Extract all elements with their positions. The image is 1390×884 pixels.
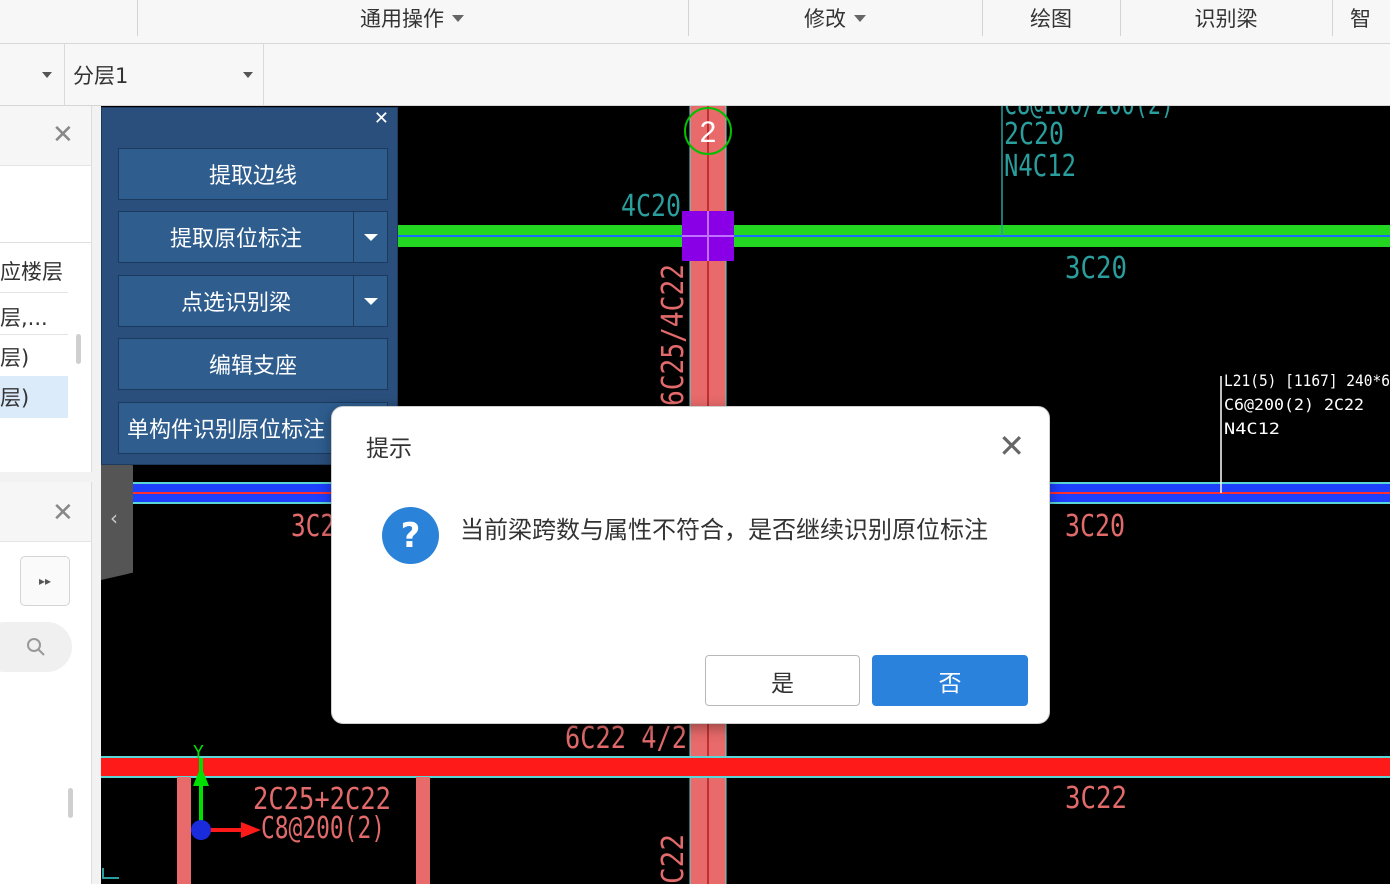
annotation-text: 3C20 [1065,251,1127,286]
divider [0,334,68,335]
ribbon-group-general-ops[interactable]: 通用操作 [137,0,687,36]
annotation-text: 4C20 [621,189,681,224]
annotation-text: N4C12 [1004,149,1076,184]
chevron-left-icon: ‹ [110,506,118,530]
annotation-text: 3C20 [1065,509,1125,544]
prompt-dialog: 提示 ✕ ? 当前梁跨数与属性不符合，是否继续识别原位标注 是 否 [331,406,1050,724]
tool-panel-titlebar[interactable]: ✕ [102,108,397,132]
annotation-text: 6C25/4C22 [656,264,691,406]
floor-item-label: 层) [0,346,30,370]
question-icon: ? [382,507,439,564]
ribbon-group-label: 修改 [804,7,846,31]
search-icon [27,638,45,656]
yes-button[interactable]: 是 [705,655,860,706]
axis-label: 2 [700,116,717,149]
floor-item-label: 层) [0,386,30,410]
dialog-title: 提示 [366,436,412,462]
close-icon[interactable]: ✕ [374,110,389,128]
chevron-down-icon [452,14,464,22]
fast-forward-icon: ▸▸ [38,574,52,588]
no-button[interactable]: 否 [872,655,1028,706]
annotation-text: C8@200(2) [261,811,385,846]
layer-select-value: 分层1 [73,64,129,88]
chevron-down-icon [363,233,378,241]
scrollbar-thumb[interactable] [68,788,73,818]
ribbon-separator [1332,0,1333,36]
annotation-text: C6@200(2) 2C22 [1224,395,1364,414]
secondary-toolbar: 分层1 [0,44,1390,106]
floor-item[interactable]: 层) [0,342,29,372]
close-icon[interactable]: ✕ [52,122,74,148]
ribbon-group-label: 识别梁 [1194,7,1258,31]
layer-select[interactable]: 分层1 [64,44,264,106]
ucs-x-arrow [241,822,261,838]
floor-item-selected[interactable]: 层) [0,376,68,418]
annotation-text: 6C22 4/2 [565,721,687,756]
annotation-text: 2C20 [1004,117,1064,152]
ribbon-group-modify[interactable]: 修改 [688,0,982,36]
chevron-down-icon [243,72,253,78]
chevron-down-icon [854,14,866,22]
ribbon-group-smart[interactable]: 智 [1350,0,1390,36]
floor-item-label: 应楼层 [0,260,63,284]
pick-identify-beam-button[interactable]: 点选识别梁 [118,275,388,327]
divider [0,292,68,293]
floor-item[interactable]: 应楼层 [0,256,63,286]
search-input[interactable] [0,622,72,672]
expand-button[interactable]: ▸▸ [20,556,70,606]
ribbon-group-label: 绘图 [1030,7,1072,31]
ribbon: 通用操作 修改 绘图 识别梁 智 [0,0,1390,44]
button-label: 提取原位标注 [169,227,302,252]
annotation-text: C22 [656,834,691,884]
dropdown-toggle[interactable] [353,212,387,262]
annotation-text: N4C12 [1224,419,1280,438]
column-strip [177,777,191,884]
annotation-text: 3C2 [291,509,335,544]
component-panel-header: ✕ [0,482,91,542]
ucs-y-label: Y [193,742,204,763]
divider [0,242,91,243]
floor-panel-header: ✕ [0,106,91,166]
column-strip [416,777,430,884]
button-label: 提取边线 [208,164,297,189]
close-icon[interactable]: ✕ [52,500,74,526]
scrollbar-thumb[interactable] [76,334,81,364]
annotation-text: L21(5) [1167] 240*6 [1224,371,1390,390]
ribbon-group-label: 通用操作 [360,7,444,31]
dropdown-toggle[interactable] [353,276,387,326]
ucs-origin [191,820,211,840]
extract-edge-button[interactable]: 提取边线 [118,148,388,200]
floor-item[interactable]: 层,... [0,302,48,332]
dialog-message: 当前梁跨数与属性不符合，是否继续识别原位标注 [460,516,988,544]
ribbon-group-label: 智 [1350,7,1371,31]
ribbon-group-draw[interactable]: 绘图 [982,0,1120,36]
floor-panel: ✕ 应楼层 层,... 层) 层) [0,106,92,472]
floor-item-label: 层,... [0,306,48,330]
chevron-down-icon[interactable] [42,72,52,78]
edit-support-button[interactable]: 编辑支座 [118,338,388,390]
chevron-down-icon [363,297,378,305]
drawing-fragment [102,868,119,879]
close-icon[interactable]: ✕ [998,427,1025,465]
annotation-text: 3C22 [1065,781,1127,816]
button-label: 点选识别梁 [180,291,291,316]
ribbon-group-identify-beam[interactable]: 识别梁 [1120,0,1332,36]
panel-collapse-handle[interactable]: ‹ [101,458,133,580]
button-label: 编辑支座 [208,354,297,379]
button-label: 单构件识别原位标注 [127,418,326,443]
extract-in-situ-annotation-button[interactable]: 提取原位标注 [118,211,388,263]
red-beam [101,757,1390,777]
component-panel: ✕ ▸▸ [0,482,92,884]
